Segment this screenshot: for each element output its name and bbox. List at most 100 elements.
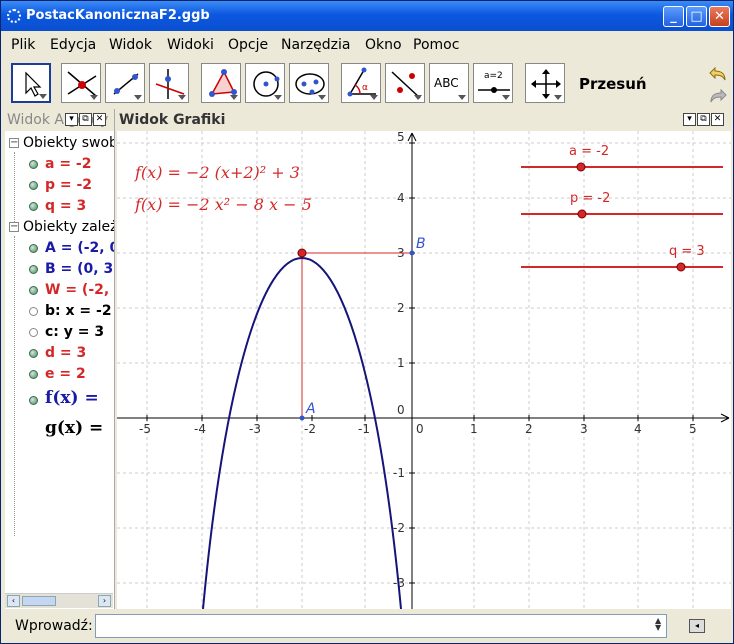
y-tick-label: 0 xyxy=(397,403,405,417)
menu-edycja[interactable]: Edycja xyxy=(50,37,96,53)
input-help-icon[interactable]: ◂ xyxy=(689,619,705,633)
ellipse-tool[interactable] xyxy=(289,63,329,103)
menu-widoki[interactable]: Widoki xyxy=(167,37,214,53)
object-label: e = 2 xyxy=(45,366,86,382)
menu-plik[interactable]: Plik xyxy=(11,37,35,53)
object-label: p = -2 xyxy=(45,177,93,193)
point-A[interactable] xyxy=(299,415,305,421)
maximize-button[interactable]: □ xyxy=(686,6,707,27)
menu-bar: Plik Edycja Widok Widoki Opcje Narzędzia… xyxy=(1,31,733,59)
object-label: c: y = 3 xyxy=(45,324,105,340)
object-label: f(x) = xyxy=(45,388,99,408)
scroll-thumb[interactable] xyxy=(22,596,56,606)
visibility-dot-icon[interactable] xyxy=(29,244,38,253)
toolbar: α ABC a=2 Przesuń xyxy=(1,59,733,109)
visibility-dot-icon[interactable] xyxy=(29,286,38,295)
x-tick-label: 3 xyxy=(580,422,588,436)
y-tick-label: -1 xyxy=(393,466,405,480)
slider-tool[interactable]: a=2 xyxy=(473,63,513,103)
circle-tool[interactable] xyxy=(245,63,285,103)
formula-general-form: f(x) = −2 x² − 8 x − 5 xyxy=(134,195,312,214)
visibility-dot-icon[interactable] xyxy=(29,160,38,169)
slider-q[interactable]: q = 3 xyxy=(521,244,723,272)
move-tool[interactable] xyxy=(11,63,51,103)
command-input[interactable] xyxy=(95,614,667,638)
window-title: PostacKanonicznaF2.ggb xyxy=(26,8,210,23)
input-history-icon[interactable]: ▲ ▼ xyxy=(655,617,661,632)
visibility-dot-icon[interactable] xyxy=(29,265,38,274)
y-tick-label: 4 xyxy=(397,191,405,205)
x-tick-label: -4 xyxy=(194,422,206,436)
x-tick-label: -3 xyxy=(249,422,261,436)
visibility-dot-icon[interactable] xyxy=(29,328,38,337)
point-tool[interactable] xyxy=(61,63,101,103)
graphics-view[interactable]: Widok Grafiki ▾ ⧉ ✕ -5 -4 -3 -2 -1 0 1 2… xyxy=(117,109,731,609)
input-bar: Wprowadź: ▲ ▼ ◂ xyxy=(1,609,733,643)
visibility-dot-icon[interactable] xyxy=(29,181,38,190)
reflect-tool[interactable] xyxy=(385,63,425,103)
menu-widok[interactable]: Widok xyxy=(109,37,152,53)
geogebra-window: PostacKanonicznaF2.ggb _ □ ✕ Plik Edycja… xyxy=(0,0,734,644)
minimize-button[interactable]: _ xyxy=(663,6,684,27)
redo-icon[interactable] xyxy=(707,85,729,105)
graphics-view-header: Widok Grafiki xyxy=(117,109,731,131)
x-tick-label: 1 xyxy=(470,422,478,436)
line-tool[interactable] xyxy=(105,63,145,103)
collapse-icon[interactable]: − xyxy=(9,222,19,232)
visibility-dot-icon[interactable] xyxy=(29,307,38,316)
point-B-label: B xyxy=(416,236,426,252)
move-view-tool[interactable] xyxy=(525,63,565,103)
menu-narzedzia[interactable]: Narzędzia xyxy=(281,37,350,53)
menu-pomoc[interactable]: Pomoc xyxy=(413,37,459,53)
menu-opcje[interactable]: Opcje xyxy=(228,37,268,53)
slider-p-label: p = -2 xyxy=(570,191,610,206)
panel-close-icon[interactable]: ✕ xyxy=(711,113,724,126)
polygon-tool[interactable] xyxy=(201,63,241,103)
x-tick-label: 5 xyxy=(689,422,697,436)
x-tick-label: -1 xyxy=(358,422,370,436)
menu-okno[interactable]: Okno xyxy=(365,37,402,53)
title-bar: PostacKanonicznaF2.ggb _ □ ✕ xyxy=(1,1,733,31)
scroll-left-icon[interactable]: ‹ xyxy=(7,595,20,607)
object-label: b: x = -2 xyxy=(45,303,112,319)
graphics-view-controls: ▾ ⧉ ✕ xyxy=(683,113,724,126)
text-tool-label: ABC xyxy=(434,76,459,90)
algebra-horizontal-scrollbar[interactable]: ‹ › xyxy=(5,593,113,608)
x-tick-label: 2 xyxy=(525,422,533,436)
slider-a-label: a = -2 xyxy=(569,144,609,159)
text-tool[interactable]: ABC xyxy=(429,63,469,103)
point-B[interactable] xyxy=(409,250,415,256)
graphics-canvas[interactable]: -5 -4 -3 -2 -1 0 1 2 3 4 5 5 4 3 2 1 0 -… xyxy=(117,131,731,609)
input-label: Wprowadź: xyxy=(15,618,93,634)
panel-menu-icon[interactable]: ▾ xyxy=(683,113,696,126)
algebra-view: Widok Algebry ▾ ⧉ ✕ − Obiekty swob a = -… xyxy=(5,109,115,609)
angle-tool[interactable]: α xyxy=(341,63,381,103)
collapse-icon[interactable]: − xyxy=(9,138,19,148)
visibility-dot-icon[interactable] xyxy=(29,396,38,405)
visibility-dot-icon[interactable] xyxy=(29,370,38,379)
y-tick-label: 1 xyxy=(397,356,405,370)
panel-close-icon[interactable]: ✕ xyxy=(93,113,106,126)
object-label: q = 3 xyxy=(45,198,87,214)
vertex-point-W[interactable] xyxy=(297,248,307,258)
svg-text:α: α xyxy=(362,83,368,93)
x-tick-label: 4 xyxy=(634,422,642,436)
panel-menu-icon[interactable]: ▾ xyxy=(65,113,78,126)
visibility-dot-icon[interactable] xyxy=(29,202,38,211)
scroll-right-icon[interactable]: › xyxy=(98,595,111,607)
panel-undock-icon[interactable]: ⧉ xyxy=(697,113,710,126)
formula-vertex-form: f(x) = −2 (x+2)² + 3 xyxy=(134,163,300,182)
object-label: a = -2 xyxy=(45,156,92,172)
x-tick-label: -2 xyxy=(304,422,316,436)
y-tick-label: 5 xyxy=(397,131,405,144)
object-label: B = (0, 3) xyxy=(45,261,115,277)
group-label: Obiekty zależ xyxy=(23,219,115,235)
x-tick-label: -5 xyxy=(139,422,151,436)
perpendicular-tool[interactable] xyxy=(149,63,189,103)
object-label: A = (-2, 0) xyxy=(45,240,114,256)
close-button[interactable]: ✕ xyxy=(709,6,730,27)
visibility-dot-icon[interactable] xyxy=(29,349,38,358)
panel-undock-icon[interactable]: ⧉ xyxy=(79,113,92,126)
undo-icon[interactable] xyxy=(707,63,729,83)
object-label: d = 3 xyxy=(45,345,87,361)
